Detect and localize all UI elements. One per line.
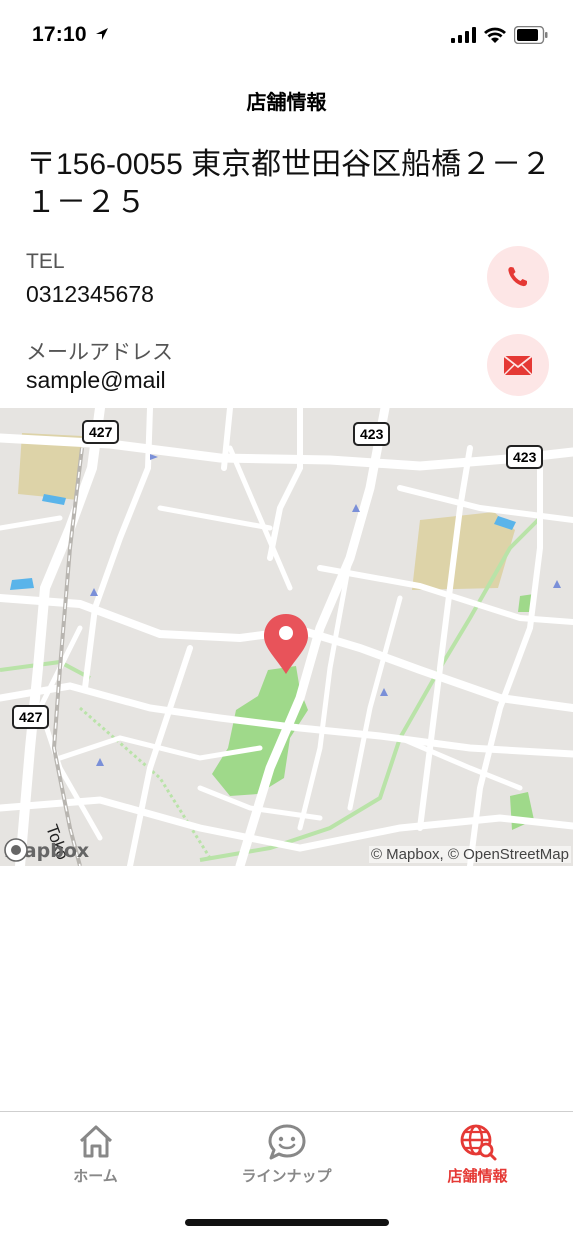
mail-icon bbox=[503, 355, 533, 376]
map-attribution[interactable]: © Mapbox, © OpenStreetMap bbox=[368, 846, 571, 863]
mapbox-logo[interactable]: mapbox bbox=[4, 838, 89, 864]
tab-store-info[interactable]: 店舗情報 bbox=[382, 1112, 573, 1202]
status-bar: 17:10 bbox=[0, 0, 573, 70]
tab-store-info-label: 店舗情報 bbox=[447, 1168, 508, 1185]
route-badge: 423 bbox=[506, 445, 544, 469]
route-badge: 423 bbox=[353, 422, 391, 446]
tab-home-label: ホーム bbox=[73, 1168, 118, 1185]
email-label: メールアドレス bbox=[26, 341, 173, 364]
tel-label: TEL bbox=[26, 250, 65, 273]
home-icon bbox=[79, 1125, 113, 1158]
email-value: sample@mail bbox=[26, 367, 166, 393]
wifi-icon bbox=[484, 27, 506, 43]
signal-icon bbox=[451, 27, 476, 43]
status-time: 17:10 bbox=[32, 23, 87, 46]
mapbox-icon bbox=[4, 838, 28, 862]
route-badge: 427 bbox=[12, 705, 50, 729]
location-arrow-icon bbox=[96, 28, 108, 40]
tab-lineup[interactable]: ラインナップ bbox=[191, 1112, 382, 1202]
call-button[interactable] bbox=[487, 246, 549, 308]
tel-value: 0312345678 bbox=[26, 281, 154, 307]
tab-home[interactable]: ホーム bbox=[0, 1112, 191, 1202]
route-badge: 427 bbox=[82, 420, 120, 444]
battery-icon bbox=[514, 26, 548, 44]
globe-search-icon bbox=[460, 1124, 497, 1161]
tab-lineup-label: ラインナップ bbox=[241, 1168, 332, 1185]
page-title: 店舗情報 bbox=[246, 92, 327, 114]
phone-icon bbox=[508, 267, 527, 287]
chat-smile-icon bbox=[268, 1124, 306, 1160]
map-canvas bbox=[0, 408, 573, 866]
store-map[interactable]: 427 423 423 427 Toko mapbox © Mapbox, © … bbox=[0, 408, 573, 866]
store-address: 〒156-0055 東京都世田谷区船橋２－２１－２５ bbox=[26, 148, 552, 219]
email-button[interactable] bbox=[487, 334, 549, 396]
home-indicator[interactable] bbox=[185, 1219, 389, 1226]
